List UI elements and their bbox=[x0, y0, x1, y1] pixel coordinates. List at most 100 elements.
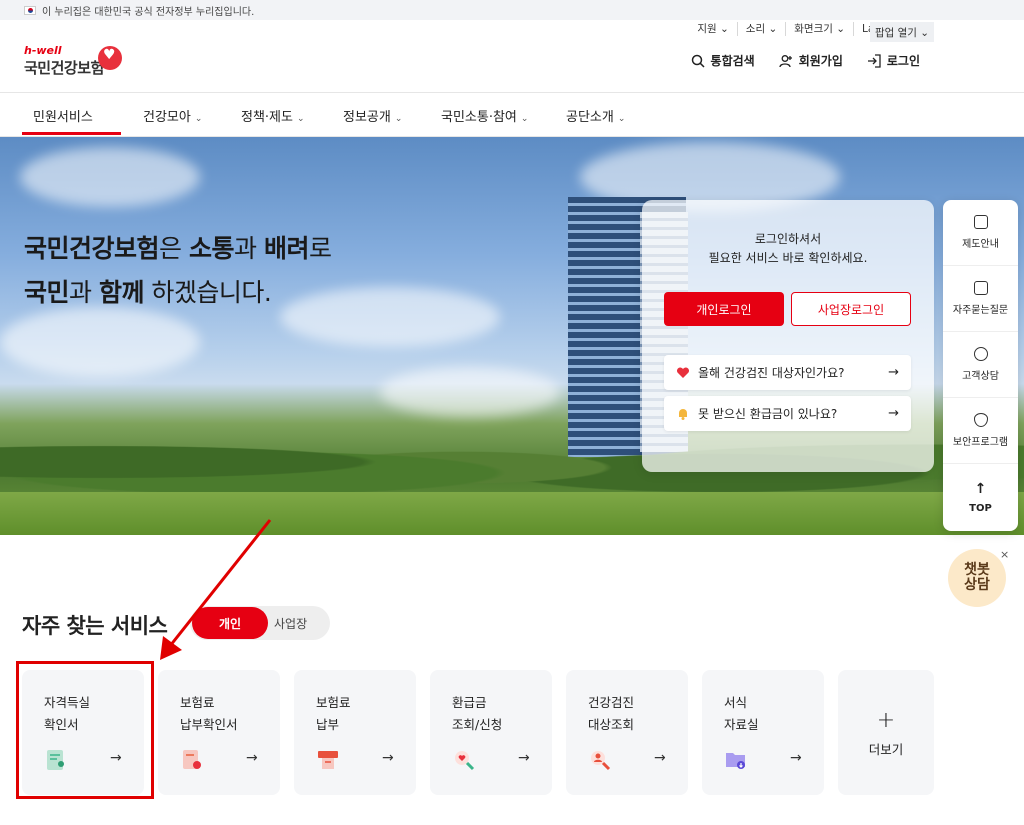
nav-policy[interactable]: 정책·제도 ⌄ bbox=[241, 106, 305, 125]
chatbot-button[interactable]: 챗봇 상담 bbox=[948, 549, 1006, 607]
hero-word: 소통 bbox=[188, 234, 235, 263]
refund-link[interactable]: 못 받으신 환급금이 있나요? → bbox=[664, 396, 911, 431]
magnifier-heart-icon bbox=[455, 751, 475, 771]
nav-label: 건강모아 bbox=[143, 110, 191, 125]
arrow-right-icon: → bbox=[382, 750, 394, 766]
card-label-line: 보험료 bbox=[180, 695, 215, 710]
guide-icon bbox=[973, 215, 988, 229]
quick-system-guide[interactable]: 제도안내 bbox=[943, 200, 1018, 266]
quick-label: 보안프로그램 bbox=[952, 437, 1009, 448]
health-checkup-target-link[interactable]: 올해 건강검진 대상자인가요? → bbox=[664, 355, 911, 390]
nav-info-disclosure[interactable]: 정보공개 ⌄ bbox=[343, 106, 402, 125]
chatbot-close-icon[interactable]: × bbox=[1000, 548, 1009, 561]
card-label-line: 환급금 bbox=[452, 695, 487, 710]
nav-health-moa[interactable]: 건강모아 ⌄ bbox=[143, 106, 202, 125]
individual-login-button[interactable]: 개인로그인 bbox=[664, 292, 784, 326]
nav-about[interactable]: 공단소개 ⌄ bbox=[566, 106, 625, 125]
chevron-down-icon: ⌄ bbox=[296, 114, 305, 124]
arrow-right-icon: → bbox=[790, 750, 802, 766]
card-label-line: 서식 bbox=[724, 695, 748, 710]
hero-word: 은 bbox=[159, 234, 189, 263]
chatbot-label: 상담 bbox=[964, 577, 990, 593]
quick-label: 자주묻는질문 bbox=[952, 305, 1009, 316]
service-card-more[interactable]: + 더보기 bbox=[838, 670, 934, 795]
main-nav: 민원서비스 건강모아 ⌄ 정책·제도 ⌄ 정보공개 ⌄ 국민소통·참여 ⌄ 공단소개 ⌄ bbox=[0, 92, 1024, 137]
chevron-down-icon: ⌄ bbox=[520, 114, 529, 124]
quick-faq[interactable]: 자주묻는질문 bbox=[943, 266, 1018, 332]
search-icon bbox=[691, 54, 705, 68]
util-support[interactable]: 지원 ⌄ bbox=[689, 22, 738, 36]
card-label: 보험료납부 bbox=[316, 692, 351, 736]
card-label-line: 대상조회 bbox=[588, 717, 635, 732]
search-label: 통합검색 bbox=[710, 54, 755, 68]
logo-heart-icon bbox=[98, 46, 122, 70]
logo-hwell: h-well bbox=[24, 44, 62, 57]
card-label: 건강검진 대상조회 bbox=[588, 692, 634, 736]
arrow-right-icon: → bbox=[518, 750, 530, 766]
nav-active-indicator bbox=[22, 132, 121, 135]
nav-civil-service[interactable]: 민원서비스 bbox=[33, 106, 93, 125]
chatbot-label: 챗봇 bbox=[964, 562, 990, 578]
popup-open-button[interactable]: 팝업 열기 ⌄ bbox=[870, 22, 934, 42]
nav-communication[interactable]: 국민소통·참여 ⌄ bbox=[441, 106, 528, 125]
card-label-line: 납부확인서 bbox=[180, 717, 238, 732]
site-logo[interactable]: h-well 국민건강보험 bbox=[24, 44, 104, 78]
nav-label: 정보공개 bbox=[343, 110, 391, 125]
logo-name: 국민건강보험 bbox=[24, 59, 104, 77]
korea-flag-icon bbox=[24, 5, 36, 15]
toggle-individual[interactable]: 개인 bbox=[192, 607, 268, 639]
login-icon bbox=[867, 53, 881, 68]
business-login-button[interactable]: 사업장로그인 bbox=[791, 292, 911, 326]
folder-download-icon bbox=[726, 753, 745, 769]
bell-icon bbox=[679, 408, 687, 420]
util-sound[interactable]: 소리 ⌄ bbox=[738, 22, 787, 36]
service-card-payment-certificate[interactable]: 보험료 납부확인서 → bbox=[158, 670, 280, 795]
plus-icon: + bbox=[876, 707, 896, 733]
hero-word: 함께 bbox=[98, 278, 145, 307]
card-label-line: 납부 bbox=[316, 717, 340, 732]
toggle-business[interactable]: 사업장 bbox=[274, 615, 307, 632]
service-card-health-checkup[interactable]: 건강검진 대상조회 → bbox=[566, 670, 688, 795]
chat-icon bbox=[973, 347, 988, 361]
login-msg-line: 필요한 서비스 바로 확인하세요. bbox=[708, 251, 868, 265]
hero-word: 과 bbox=[69, 278, 99, 307]
highlight-box bbox=[16, 661, 154, 799]
arrow-right-icon: → bbox=[888, 406, 899, 421]
login-card: 로그인하셔서 필요한 서비스 바로 확인하세요. 개인로그인 사업장로그인 올해… bbox=[642, 200, 934, 472]
service-card-refund[interactable]: 환급금조회/신청 → bbox=[430, 670, 552, 795]
service-card-premium-payment[interactable]: 보험료납부 → bbox=[294, 670, 416, 795]
util-screen-size[interactable]: 화면크기 ⌄ bbox=[786, 22, 855, 36]
service-type-toggle: 개인 사업장 bbox=[190, 606, 330, 640]
chevron-down-icon: ⌄ bbox=[194, 114, 203, 124]
frequent-services-title: 자주 찾는 서비스 bbox=[22, 614, 168, 638]
hero-word: 과 bbox=[233, 234, 264, 263]
login-button[interactable]: 로그인 bbox=[867, 52, 920, 69]
signup-label: 회원가입 bbox=[798, 54, 843, 68]
quick-menu: 제도안내 자주묻는질문 고객상담 보안프로그램 ↑ TOP bbox=[943, 200, 1018, 531]
quick-security[interactable]: 보안프로그램 bbox=[943, 398, 1018, 464]
grass-field bbox=[0, 492, 1024, 535]
scroll-top-button[interactable]: ↑ TOP bbox=[943, 464, 1018, 530]
card-label-line: 보험료 bbox=[316, 695, 351, 710]
gov-banner: 이 누리집은 대한민국 공식 전자정부 누리집입니다. bbox=[0, 0, 1024, 20]
nav-label: 민원서비스 bbox=[33, 110, 93, 125]
person-search-icon bbox=[591, 751, 611, 771]
link-label: 올해 건강검진 대상자인가요? bbox=[698, 366, 845, 380]
cloud bbox=[0, 307, 200, 377]
integrated-search-button[interactable]: 통합검색 bbox=[691, 52, 755, 69]
shield-icon bbox=[973, 413, 988, 427]
chevron-down-icon: ⌄ bbox=[617, 114, 626, 124]
hero-word: 국민 bbox=[24, 278, 70, 307]
more-label: 더보기 bbox=[868, 741, 904, 757]
service-card-forms[interactable]: 서식 자료실 → bbox=[702, 670, 824, 795]
quick-consult[interactable]: 고객상담 bbox=[943, 332, 1018, 398]
card-label: 보험료납부확인서 bbox=[180, 692, 238, 736]
nav-label: 공단소개 bbox=[566, 110, 614, 125]
payment-icon bbox=[318, 751, 338, 769]
link-label: 못 받으신 환급금이 있나요? bbox=[698, 407, 838, 421]
quick-label: 제도안내 bbox=[962, 239, 999, 250]
card-label-line: 조회/신청 bbox=[452, 717, 503, 732]
hero-word: 로 bbox=[308, 234, 332, 263]
signup-button[interactable]: 회원가입 bbox=[779, 52, 843, 69]
hero-slogan: 국민건강보험은 소통과 배려로 국민과 함께 하겠습니다. bbox=[24, 227, 332, 315]
